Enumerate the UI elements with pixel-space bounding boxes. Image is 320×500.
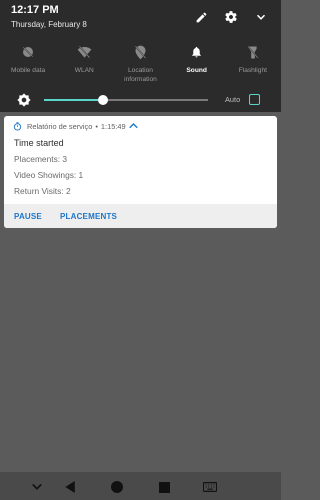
tile-sound[interactable]: Sound xyxy=(169,44,225,84)
navigation-bar xyxy=(0,472,281,500)
back-icon[interactable] xyxy=(63,480,77,494)
flashlight-icon xyxy=(225,44,281,60)
pause-button[interactable]: PAUSE xyxy=(14,212,42,221)
header-actions xyxy=(193,9,269,25)
settings-icon[interactable] xyxy=(223,9,239,25)
quick-tiles: Mobile data WLAN Location information So… xyxy=(0,44,281,84)
auto-brightness-label: Auto xyxy=(225,95,241,104)
tile-flashlight[interactable]: Flashlight xyxy=(225,44,281,84)
brightness-slider-thumb[interactable] xyxy=(98,95,109,105)
mobile-data-off-icon xyxy=(0,44,56,60)
chevron-down-icon[interactable] xyxy=(30,480,44,494)
service-report-notification[interactable]: Relatório de serviço • 1:15:49 Time star… xyxy=(4,116,277,228)
tile-mobile-data[interactable]: Mobile data xyxy=(0,44,56,84)
keyboard-icon[interactable] xyxy=(203,480,217,494)
recents-icon[interactable] xyxy=(157,480,171,494)
timer-icon xyxy=(13,122,22,131)
clock: 12:17 PM xyxy=(11,4,59,16)
bell-icon xyxy=(169,44,225,60)
placements-count: Placements: 3 xyxy=(14,154,68,164)
auto-brightness-checkbox[interactable] xyxy=(249,94,260,105)
quick-settings-panel: 12:17 PM Thursday, February 8 Mobile dat… xyxy=(0,0,281,112)
home-icon[interactable] xyxy=(110,480,124,494)
location-off-icon xyxy=(112,44,168,60)
status-area: 12:17 PM Thursday, February 8 xyxy=(11,4,87,29)
placements-button[interactable]: PLACEMENTS xyxy=(60,212,117,221)
wlan-off-icon xyxy=(56,44,112,60)
return-visits-count: Return Visits: 2 xyxy=(14,186,71,196)
date: Thursday, February 8 xyxy=(11,20,87,29)
notification-elapsed: 1:15:49 xyxy=(100,122,126,131)
tile-wlan[interactable]: WLAN xyxy=(56,44,112,84)
brightness-slider-fill xyxy=(44,99,104,101)
brightness-slider[interactable] xyxy=(44,95,208,105)
edit-icon[interactable] xyxy=(193,9,209,25)
notification-title: Time started xyxy=(14,138,64,148)
notification-app-name: Relatório de serviço xyxy=(27,122,93,131)
tile-location[interactable]: Location information xyxy=(112,44,168,84)
notification-actions: PAUSE PLACEMENTS xyxy=(4,204,277,228)
header-separator: • xyxy=(95,122,98,131)
collapse-chevron-icon[interactable] xyxy=(253,9,269,25)
video-showings-count: Video Showings: 1 xyxy=(14,170,84,180)
notification-header: Relatório de serviço • 1:15:49 xyxy=(13,122,138,131)
brightness-icon xyxy=(17,93,31,112)
brightness-row: Auto xyxy=(0,92,281,108)
expand-chevron-icon[interactable] xyxy=(128,122,138,131)
